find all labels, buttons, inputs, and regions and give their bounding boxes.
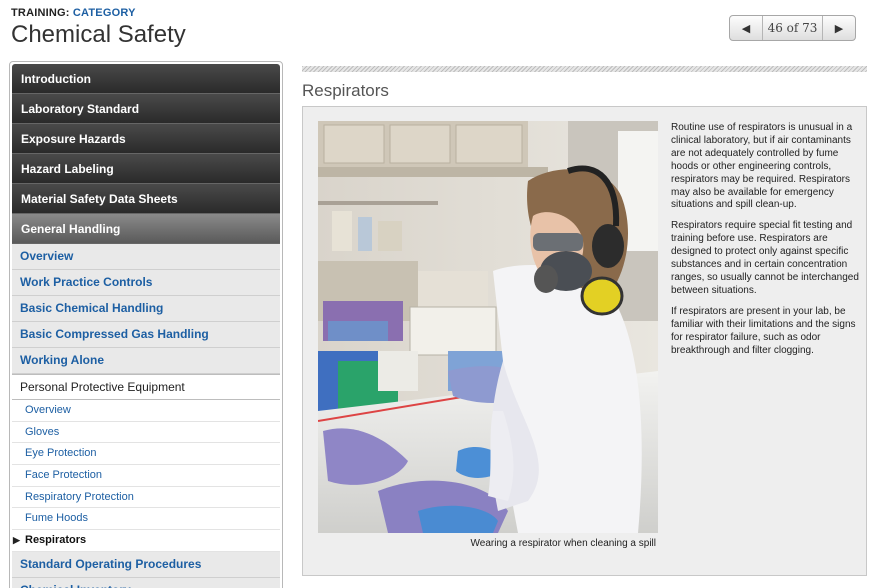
training-page: TRAINING: CATEGORY Chemical Safety ◀ 46 …	[0, 0, 877, 588]
page-title: Chemical Safety	[11, 21, 186, 48]
leaf-item-fume-hoods[interactable]: Fume Hoods	[12, 508, 280, 531]
leaf-item-overview[interactable]: Overview	[12, 400, 280, 422]
subnav-item-personal-protective-equipment[interactable]: Personal Protective Equipment	[12, 374, 280, 400]
next-page-button[interactable]: ▶	[822, 16, 855, 40]
leaf-item-eye-protection[interactable]: Eye Protection	[12, 443, 280, 466]
sidebar-item-material-safety-data-sheets[interactable]: Material Safety Data Sheets	[12, 184, 280, 214]
sidebar-item-exposure-hazards[interactable]: Exposure Hazards	[12, 124, 280, 154]
sidebar-item-general-handling[interactable]: General Handling	[12, 214, 280, 244]
respirator-photo	[318, 121, 658, 533]
subnav-item-work-practice-controls[interactable]: Work Practice Controls	[12, 270, 280, 296]
triangle-left-icon: ◀	[741, 22, 751, 35]
body-text: Routine use of respirators is unusual in…	[671, 122, 861, 365]
sidebar-item-laboratory-standard[interactable]: Laboratory Standard	[12, 94, 280, 124]
photo-caption: Wearing a respirator when cleaning a spi…	[470, 538, 656, 549]
content-panel: Wearing a respirator when cleaning a spi…	[302, 106, 867, 576]
section-title: Respirators	[302, 81, 389, 100]
sidebar-nav: Introduction Laboratory Standard Exposur…	[9, 61, 283, 588]
body-paragraph: Respirators require special fit testing …	[671, 220, 859, 296]
breadcrumb-prefix: TRAINING:	[11, 7, 70, 19]
leaf-item-respirators-label: Respirators	[25, 534, 87, 547]
subnav-item-standard-operating-procedures[interactable]: Standard Operating Procedures	[12, 551, 280, 578]
leaf-item-respirators[interactable]: ▶ Respirators	[12, 530, 280, 552]
previous-page-button[interactable]: ◀	[730, 16, 763, 40]
subnav-item-basic-chemical-handling[interactable]: Basic Chemical Handling	[12, 296, 280, 322]
decorative-stripe	[302, 66, 867, 72]
breadcrumb-category-link[interactable]: CATEGORY	[73, 7, 136, 19]
sidebar-item-introduction[interactable]: Introduction	[12, 64, 280, 94]
leaf-item-gloves[interactable]: Gloves	[12, 421, 280, 444]
leaf-item-face-protection[interactable]: Face Protection	[12, 465, 280, 487]
page-pager: ◀ 46 of 73 ▶	[729, 15, 856, 41]
subnav-item-overview[interactable]: Overview	[12, 244, 280, 270]
subnav-item-basic-compressed-gas-handling[interactable]: Basic Compressed Gas Handling	[12, 322, 280, 348]
page-count: 46 of 73	[767, 21, 818, 35]
subnav-item-chemical-inventory[interactable]: Chemical Inventory	[12, 577, 280, 588]
breadcrumb: TRAINING: CATEGORY	[11, 7, 136, 19]
body-paragraph: If respirators are present in your lab, …	[671, 305, 856, 356]
triangle-right-icon: ▶	[834, 22, 844, 35]
subnav-item-working-alone[interactable]: Working Alone	[12, 348, 280, 374]
sidebar-item-hazard-labeling[interactable]: Hazard Labeling	[12, 154, 280, 184]
current-page-arrow-icon: ▶	[13, 535, 20, 546]
leaf-item-respiratory-protection[interactable]: Respiratory Protection	[12, 486, 280, 509]
body-paragraph: Routine use of respirators is unusual in…	[671, 122, 853, 211]
